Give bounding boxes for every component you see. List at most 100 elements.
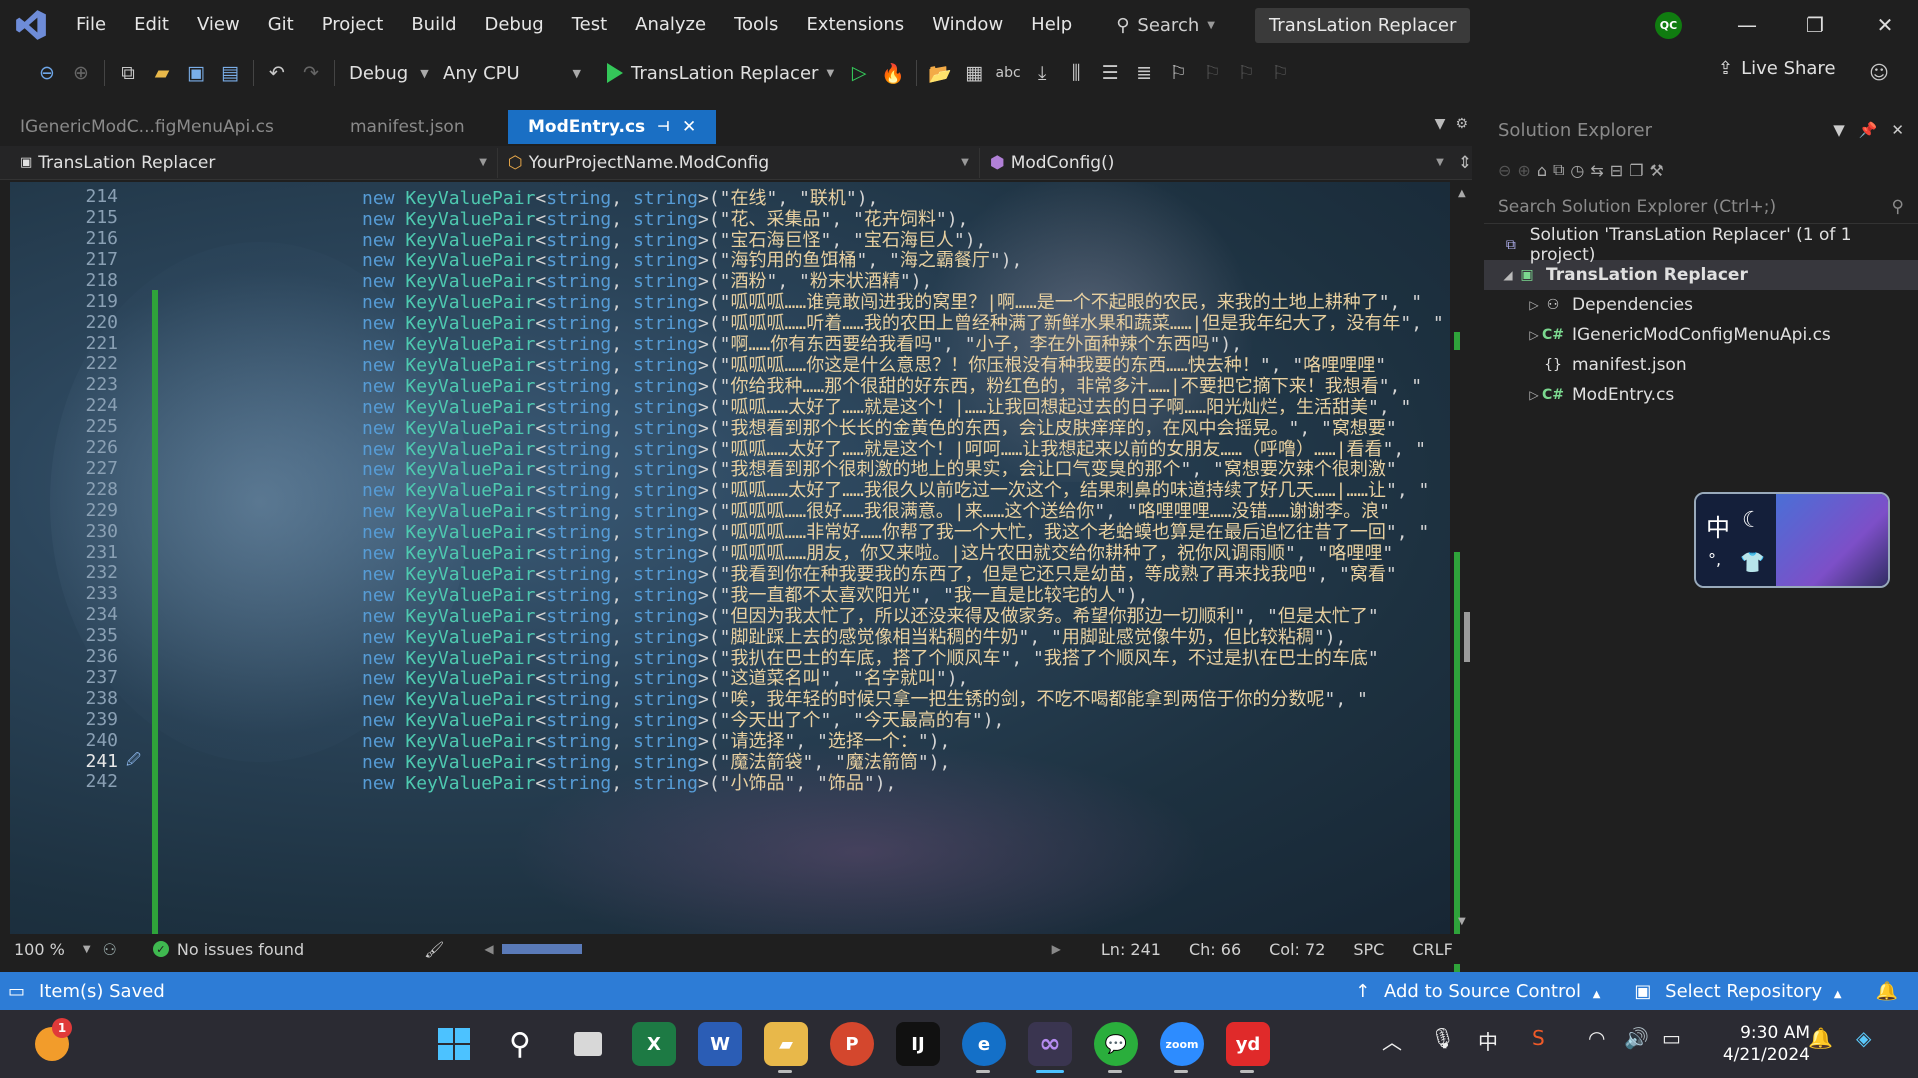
redo-icon[interactable]: ↷	[294, 56, 328, 90]
tab-modentry[interactable]: ModEntry.cs ⊣ ✕	[508, 110, 717, 144]
youdao-icon[interactable]: yd	[1226, 1022, 1270, 1066]
tree-solution[interactable]: ⧉ Solution 'TransLation Replacer' (1 of …	[1484, 225, 1918, 265]
clock[interactable]: 9:30 AM 4/21/2024	[1710, 1022, 1810, 1066]
tree-item-manifest[interactable]: {} manifest.json	[1484, 350, 1918, 380]
start-without-debugging-icon[interactable]: ▷	[842, 56, 876, 90]
split-editor-icon[interactable]: ⇕	[1458, 153, 1472, 173]
code-cleanup-icon[interactable]: 🖌	[424, 940, 444, 959]
tab-manifest[interactable]: manifest.json	[330, 110, 508, 144]
show-all-files-icon[interactable]: ❐	[1629, 161, 1643, 180]
ime-toolbar[interactable]: 中 ☾ °, 👕	[1694, 492, 1890, 588]
wechat-icon[interactable]: 💬	[1094, 1022, 1138, 1066]
class-dropdown[interactable]: ⬡ YourProjectName.ModConfig ▼	[498, 147, 980, 178]
back-icon[interactable]: ⊖	[1498, 161, 1511, 180]
search-button[interactable]: ⚲ Search ▼	[1104, 15, 1227, 36]
save-all-icon[interactable]: ▤	[213, 56, 247, 90]
properties-icon[interactable]: ⚒	[1650, 161, 1664, 180]
sync-icon[interactable]: ⇆	[1590, 161, 1603, 180]
member-dropdown[interactable]: ⬢ ModConfig() ▼	[980, 148, 1454, 178]
add-to-source-control-button[interactable]: ↑ Add to Source Control ▲	[1355, 981, 1600, 1002]
menu-test[interactable]: Test	[558, 0, 621, 50]
project-dropdown[interactable]: ▣ TransLation Replacer ▼	[10, 147, 498, 178]
menu-window[interactable]: Window	[918, 0, 1017, 50]
start-debugging-button[interactable]: TransLation Replacer ▼	[599, 63, 842, 84]
menu-build[interactable]: Build	[397, 0, 470, 50]
wifi-icon[interactable]: ◠	[1588, 1026, 1605, 1050]
menu-project[interactable]: Project	[308, 0, 398, 50]
menu-edit[interactable]: Edit	[120, 0, 183, 50]
open-folder-icon[interactable]: ▰	[145, 56, 179, 90]
menu-debug[interactable]: Debug	[471, 0, 558, 50]
visual-studio-icon[interactable]: ∞	[1028, 1022, 1072, 1066]
navigate-forward-icon[interactable]: ⊕	[64, 56, 98, 90]
chevron-down-icon[interactable]: ▼	[83, 944, 91, 955]
undo-icon[interactable]: ↶	[260, 56, 294, 90]
battery-icon[interactable]: ▭	[1662, 1026, 1681, 1050]
pin-icon[interactable]: 📌	[1859, 121, 1878, 139]
notification-bell-icon[interactable]: 🔔	[1808, 1026, 1833, 1050]
collapsed-icon[interactable]: ▷	[1526, 388, 1542, 402]
menu-tools[interactable]: Tools	[720, 0, 792, 50]
file-explorer-icon[interactable]: ▰	[764, 1022, 808, 1066]
home-icon[interactable]: ⌂	[1537, 161, 1547, 180]
collapse-all-icon[interactable]: ⊟	[1610, 161, 1623, 180]
split-icon[interactable]: ⫼	[1059, 56, 1093, 90]
code-editor[interactable]: 214 new KeyValuePair<string, string>("在线"…	[10, 182, 1450, 934]
ime-mode-panel[interactable]: 中 ☾ °, 👕	[1696, 494, 1776, 586]
clear-bookmarks-icon[interactable]: ⚐	[1263, 56, 1297, 90]
tree-item-dependencies[interactable]: ▷ ⚇ Dependencies	[1484, 290, 1918, 320]
tab-list-icon[interactable]: ▼	[1435, 116, 1446, 132]
zoom-icon[interactable]: zoom	[1160, 1022, 1204, 1066]
layout-icon[interactable]: ▦	[957, 56, 991, 90]
output-icon[interactable]: ▭	[8, 981, 25, 1002]
chevron-down-icon[interactable]: ▼	[1833, 121, 1845, 139]
excel-icon[interactable]: X	[632, 1022, 676, 1066]
select-repository-button[interactable]: ▣ Select Repository ▲	[1634, 981, 1841, 1002]
solution-search-input[interactable]: Search Solution Explorer (Ctrl+;) ⚲	[1484, 190, 1918, 224]
indent-icon[interactable]: ☰	[1093, 56, 1127, 90]
menu-analyze[interactable]: Analyze	[621, 0, 720, 50]
browse-folder-icon[interactable]: 📂	[923, 56, 957, 90]
tree-item-igenericmodconfigmenuapi[interactable]: ▷ C# IGenericModConfigMenuApi.cs	[1484, 320, 1918, 350]
bookmark-icon[interactable]: ⚐	[1161, 56, 1195, 90]
horizontal-scrollbar-thumb[interactable]	[501, 944, 582, 954]
notifications-icon[interactable]: 🔔	[1876, 981, 1898, 1002]
navigate-back-icon[interactable]: ⊖	[30, 56, 64, 90]
scrollbar-thumb[interactable]	[1464, 612, 1470, 662]
word-icon[interactable]: W	[698, 1022, 742, 1066]
pin-icon[interactable]: ⊣	[657, 119, 670, 135]
scroll-right-icon[interactable]: ▶	[1052, 942, 1061, 956]
tab-igenericmodconfigmenuapi[interactable]: IGenericModC...figMenuApi.cs	[0, 110, 330, 144]
scroll-left-icon[interactable]: ◀	[484, 942, 493, 956]
task-view-icon[interactable]	[566, 1022, 610, 1066]
edge-icon[interactable]: e	[962, 1022, 1006, 1066]
save-icon[interactable]: ▣	[179, 56, 213, 90]
weather-widget-icon[interactable]: 1	[30, 1018, 74, 1066]
forward-icon[interactable]: ⊕	[1517, 161, 1530, 180]
settings-icon[interactable]: ⚙	[1455, 116, 1468, 132]
platform-select[interactable]: Any CPU ▼	[435, 58, 589, 88]
start-icon[interactable]	[432, 1022, 476, 1066]
switch-views-icon[interactable]: ⧉	[1553, 160, 1564, 180]
issues-status[interactable]: No issues found	[177, 940, 304, 959]
microphone-icon[interactable]: 🎙	[1430, 1026, 1455, 1050]
zoom-level[interactable]: 100 %	[14, 940, 65, 959]
step-icon[interactable]: ⤓	[1025, 56, 1059, 90]
copilot-icon[interactable]: ◈	[1856, 1026, 1871, 1050]
visual-studio-logo-icon[interactable]	[14, 8, 48, 42]
menu-git[interactable]: Git	[254, 0, 308, 50]
ime-indicator[interactable]: 中	[1478, 1026, 1498, 1055]
scroll-down-icon[interactable]: ▼	[1458, 916, 1466, 927]
menu-extensions[interactable]: Extensions	[792, 0, 918, 50]
feedback-icon[interactable]: ☺	[1862, 56, 1896, 90]
volume-icon[interactable]: 🔊	[1624, 1026, 1649, 1050]
sogou-icon[interactable]: S	[1532, 1026, 1545, 1050]
code-line[interactable]: 242 new KeyValuePair<string, string>("小饰品…	[10, 769, 1450, 795]
history-icon[interactable]: ◷	[1570, 161, 1584, 180]
editor-vertical-scrollbar[interactable]: ▲ ▼	[1452, 182, 1472, 1032]
configuration-select[interactable]: Debug ▼	[341, 58, 429, 88]
tree-item-modentry[interactable]: ▷ C# ModEntry.cs	[1484, 380, 1918, 410]
prev-bookmark-icon[interactable]: ⚐	[1195, 56, 1229, 90]
powerpoint-icon[interactable]: P	[830, 1022, 874, 1066]
spell-check-icon[interactable]: abc	[991, 56, 1025, 90]
